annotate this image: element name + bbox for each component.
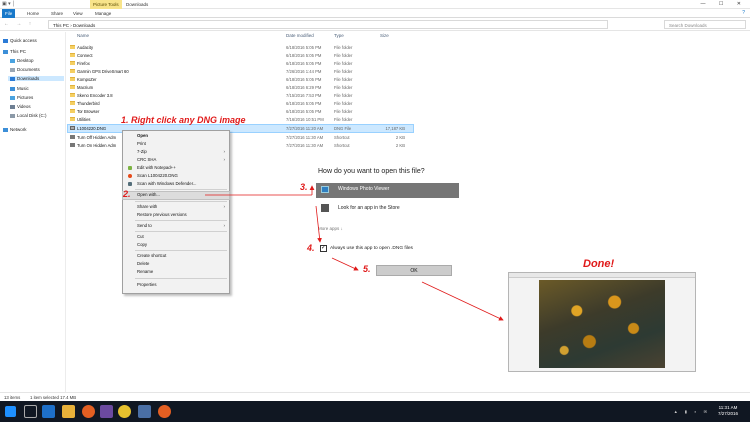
- windows-start-icon[interactable]: [5, 406, 16, 417]
- task-view-icon[interactable]: [24, 405, 37, 418]
- taskbar: ▲ ▮ ◗ ✉ 11:31 AM 7/27/2016: [0, 401, 750, 422]
- system-tray-icons[interactable]: ▲ ▮ ◗ ✉: [674, 409, 710, 414]
- annotation-step-1: 1. Right click any DNG image: [121, 115, 246, 125]
- edge-icon[interactable]: [42, 405, 55, 418]
- annotation-step-3: 3.: [300, 182, 308, 192]
- annotation-step-4: 4.: [307, 243, 315, 253]
- firefox-icon[interactable]: [82, 405, 95, 418]
- firefox-icon[interactable]: [158, 405, 171, 418]
- smiley-app-icon[interactable]: [118, 405, 131, 418]
- annotation-done: Done!: [583, 258, 615, 270]
- preview-toolbar: [509, 273, 695, 278]
- annotation-step-2: 2.: [123, 189, 131, 199]
- app-icon[interactable]: [100, 405, 113, 418]
- file-explorer-icon[interactable]: [62, 405, 75, 418]
- annotation-step-5: 5.: [363, 264, 371, 274]
- photo-viewer-preview: [508, 272, 696, 372]
- arrow-to-preview: [421, 281, 504, 321]
- autumn-leaves-photo: [539, 280, 665, 368]
- status-bar: 13 items 1 item selected 17.4 MB: [0, 392, 750, 401]
- arrow-to-ok: [331, 257, 359, 271]
- app-icon[interactable]: [138, 405, 151, 418]
- arrow-to-checkbox: [315, 205, 322, 243]
- taskbar-clock[interactable]: 11:31 AM 7/27/2016: [718, 405, 738, 417]
- selection-info: 1 item selected 17.4 MB: [30, 395, 77, 400]
- item-count: 13 items: [4, 395, 21, 400]
